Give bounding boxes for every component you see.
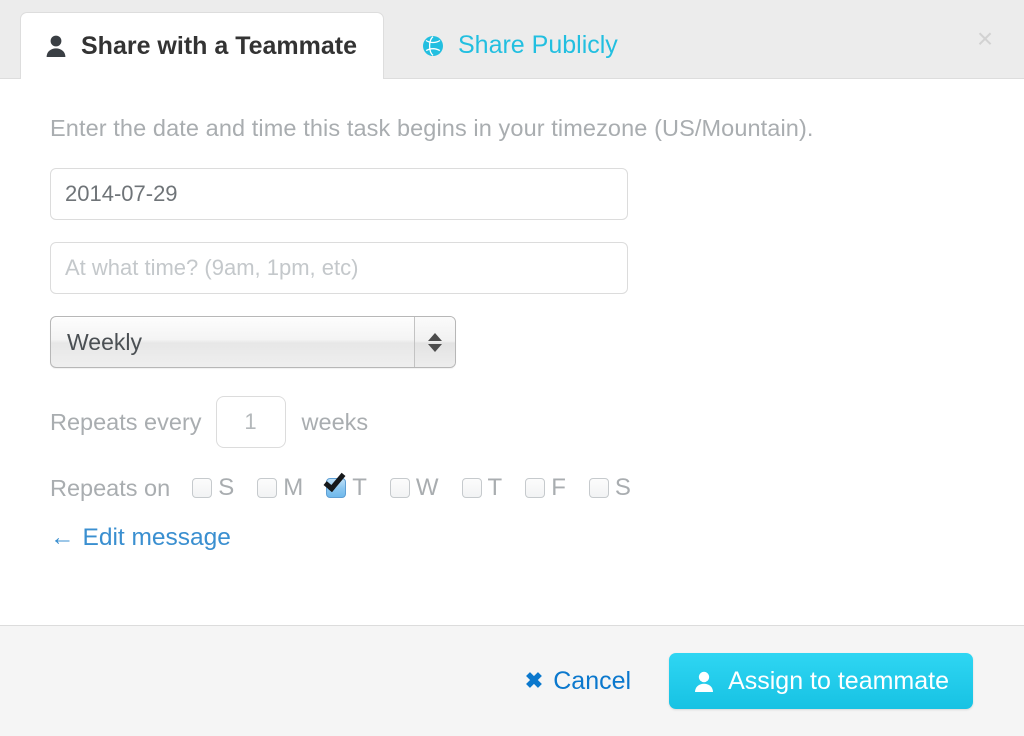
frequency-select[interactable]: Weekly xyxy=(50,316,456,368)
frequency-select-box[interactable]: Weekly xyxy=(50,316,456,368)
day-label: W xyxy=(415,474,439,501)
day-label: S xyxy=(614,474,631,501)
tab-label: Share with a Teammate xyxy=(81,31,358,60)
day-checkbox-monday[interactable]: M xyxy=(257,474,303,502)
cancel-button[interactable]: ✖ Cancel xyxy=(525,667,631,696)
cancel-label: Cancel xyxy=(553,666,632,695)
day-checkbox-wednesday[interactable]: W xyxy=(389,474,439,502)
tab-share-publicly[interactable]: Share Publicly xyxy=(400,12,640,79)
close-x-icon: ✖ xyxy=(524,668,544,693)
day-checkbox-tuesday[interactable]: T xyxy=(326,474,367,502)
checkbox-icon[interactable] xyxy=(525,478,546,498)
edit-message-link[interactable]: ← Edit message xyxy=(50,524,231,552)
tab-bar: Share with a Teammate Share Publicly × xyxy=(0,0,1024,81)
repeats-on-row: Repeats on S M T W T F S xyxy=(50,474,974,502)
person-icon xyxy=(693,670,715,693)
checkbox-icon[interactable] xyxy=(588,478,609,498)
checkbox-icon[interactable] xyxy=(257,478,278,498)
edit-message-label: Edit message xyxy=(82,524,231,551)
day-label: T xyxy=(487,474,503,501)
day-checkbox-friday[interactable]: F xyxy=(525,474,566,502)
day-checkbox-thursday[interactable]: T xyxy=(461,474,503,502)
assign-label: Assign to teammate xyxy=(728,666,949,695)
arrow-left-icon: ← xyxy=(50,524,75,551)
repeats-every-input[interactable] xyxy=(215,396,286,448)
frequency-spinner-icon[interactable] xyxy=(414,317,455,367)
globe-icon xyxy=(422,35,444,57)
day-label: S xyxy=(218,474,235,501)
assign-to-teammate-button[interactable]: Assign to teammate xyxy=(669,653,973,709)
share-dialog: Share with a Teammate Share Publicly × E… xyxy=(0,0,1024,736)
repeats-every-unit: weeks xyxy=(301,408,369,435)
day-label: M xyxy=(283,474,304,501)
checkbox-icon[interactable] xyxy=(192,478,213,498)
repeats-on-label: Repeats on xyxy=(50,474,171,501)
dialog-body: Enter the date and time this task begins… xyxy=(0,79,1024,625)
day-label: F xyxy=(551,474,566,501)
checkbox-icon[interactable] xyxy=(461,478,482,498)
day-checkbox-saturday[interactable]: S xyxy=(588,474,631,502)
intro-text: Enter the date and time this task begins… xyxy=(50,115,814,141)
person-icon xyxy=(45,34,67,58)
tab-label: Share Publicly xyxy=(458,31,618,59)
frequency-selected-value: Weekly xyxy=(67,328,142,355)
checkbox-checked-icon[interactable] xyxy=(326,478,347,498)
dialog-footer: ✖ Cancel Assign to teammate xyxy=(0,625,1024,736)
day-label: T xyxy=(352,474,367,501)
chevron-down-icon xyxy=(428,343,442,352)
repeats-every-label: Repeats every xyxy=(50,408,202,435)
repeats-every-row: Repeats every weeks xyxy=(50,396,974,448)
time-input[interactable] xyxy=(50,242,628,294)
tab-share-with-teammate[interactable]: Share with a Teammate xyxy=(20,12,385,81)
checkbox-icon[interactable] xyxy=(389,478,410,498)
close-icon[interactable]: × xyxy=(968,22,1002,56)
chevron-up-icon xyxy=(428,332,442,341)
date-input[interactable] xyxy=(50,168,628,220)
day-checkbox-sunday[interactable]: S xyxy=(192,474,234,502)
